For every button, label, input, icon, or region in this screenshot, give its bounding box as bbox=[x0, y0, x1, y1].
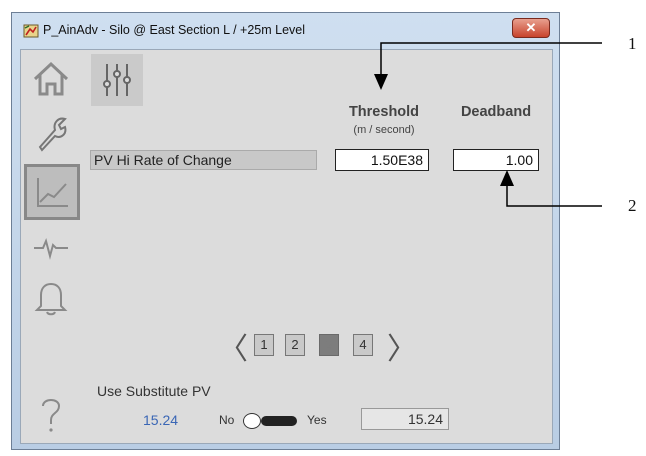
callout-2-line bbox=[506, 184, 602, 207]
callout-2-arrowhead bbox=[500, 170, 514, 186]
callout-2-number: 2 bbox=[628, 196, 637, 215]
callout-lines bbox=[374, 42, 602, 207]
callout-1-arrowhead bbox=[374, 74, 388, 90]
callout-1-number: 1 bbox=[628, 34, 637, 53]
callout-1-line bbox=[380, 42, 602, 76]
